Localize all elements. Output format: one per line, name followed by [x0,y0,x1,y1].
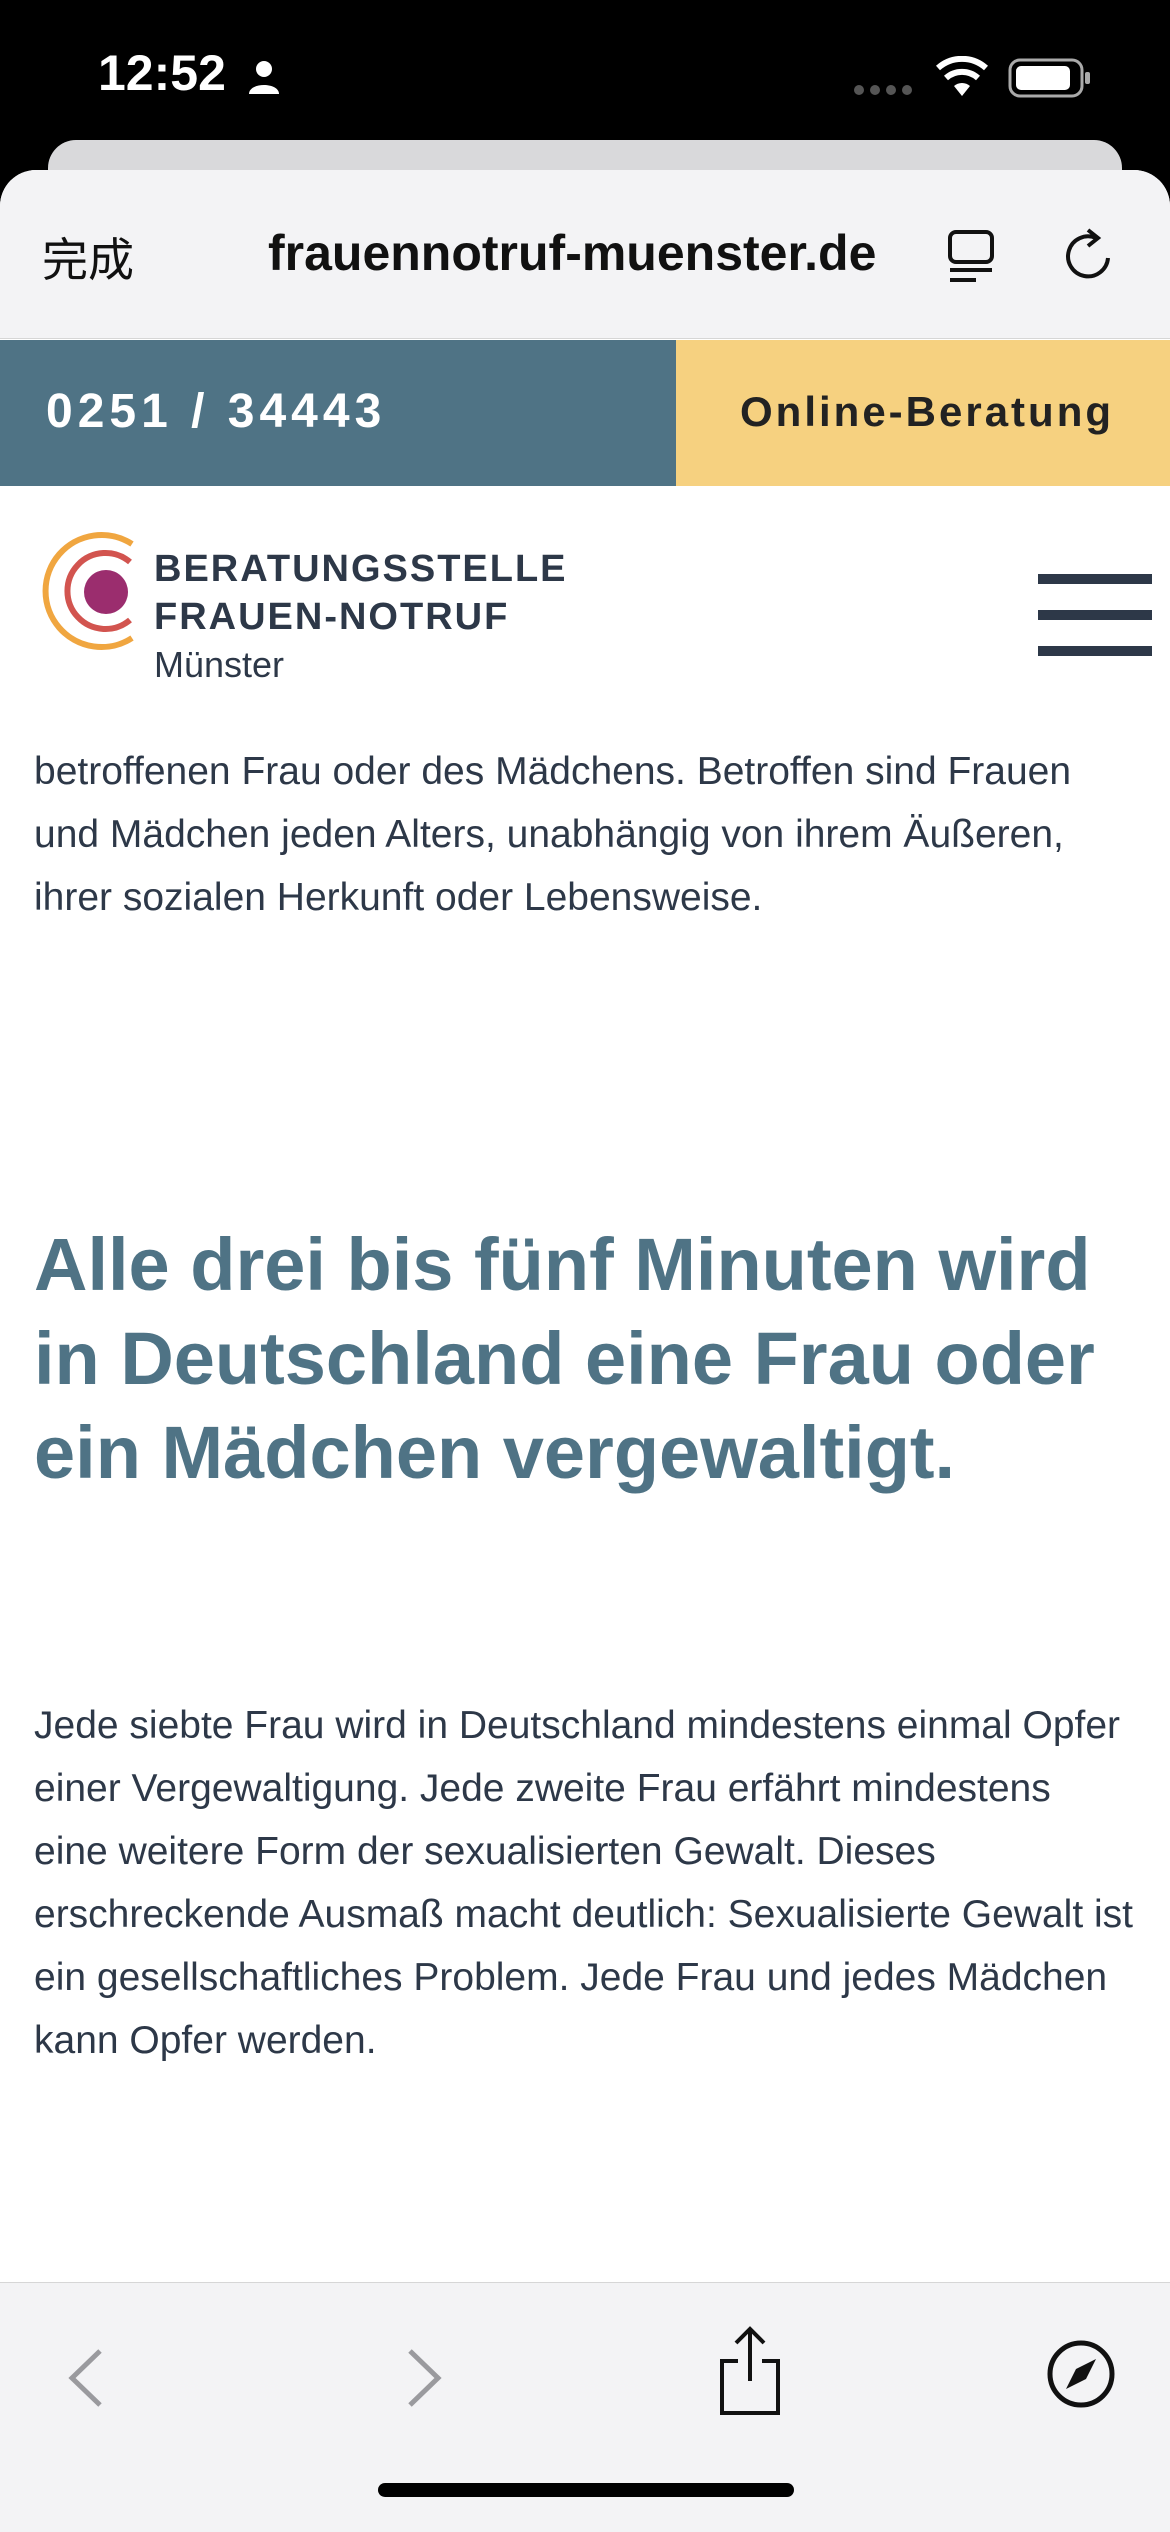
site-header: BERATUNGSSTELLE FRAUEN-NOTRUF Münster [0,486,1170,698]
browser-toolbar [0,2282,1170,2532]
done-button[interactable]: 完成 [42,224,134,290]
logo-line-3: Münster [154,644,285,685]
online-beratung-link[interactable]: Online-Beratung [676,340,1170,486]
headline: Alle drei bis fünf Minuten wird in Deuts… [34,1223,1095,1494]
body-paragraph: Jede siebte Frau wird in Deutschland min… [34,1704,1133,2062]
logo-line-2: FRAUEN-NOTRUF [154,596,510,638]
phone-link[interactable]: 0251 / 34443 [0,340,676,486]
wifi-icon [936,56,988,96]
status-bar: 12:52 [0,0,1170,160]
contact-bar: 0251 / 34443 Online-Beratung [0,340,1170,486]
hamburger-menu-icon[interactable] [1038,574,1152,658]
person-icon [249,61,279,94]
share-icon[interactable] [718,2325,782,2417]
signal-icon [854,85,912,95]
status-time: 12:52 [98,45,226,101]
online-beratung-label: Online-Beratung [740,388,1115,435]
compass-icon[interactable] [1046,2339,1116,2409]
url-display[interactable]: frauennotruf-muenster.de [268,224,876,282]
back-icon[interactable] [64,2345,108,2411]
phone-number: 0251 / 34443 [46,385,387,438]
logo-icon[interactable] [40,530,150,652]
reload-icon[interactable] [1060,226,1118,284]
safari-view-sheet: 完成 frauennotruf-muenster.de 0251 / 34443… [0,170,1170,2532]
reader-icon[interactable] [946,228,1000,284]
home-indicator [378,2483,794,2497]
intro-paragraph: betroffenen Frau oder des Mädchens. Betr… [34,750,1072,919]
forward-icon[interactable] [402,2345,446,2411]
browser-url-bar: 完成 frauennotruf-muenster.de [0,170,1170,339]
logo-line-1: BERATUNGSSTELLE [154,548,568,590]
battery-icon [1008,58,1090,98]
